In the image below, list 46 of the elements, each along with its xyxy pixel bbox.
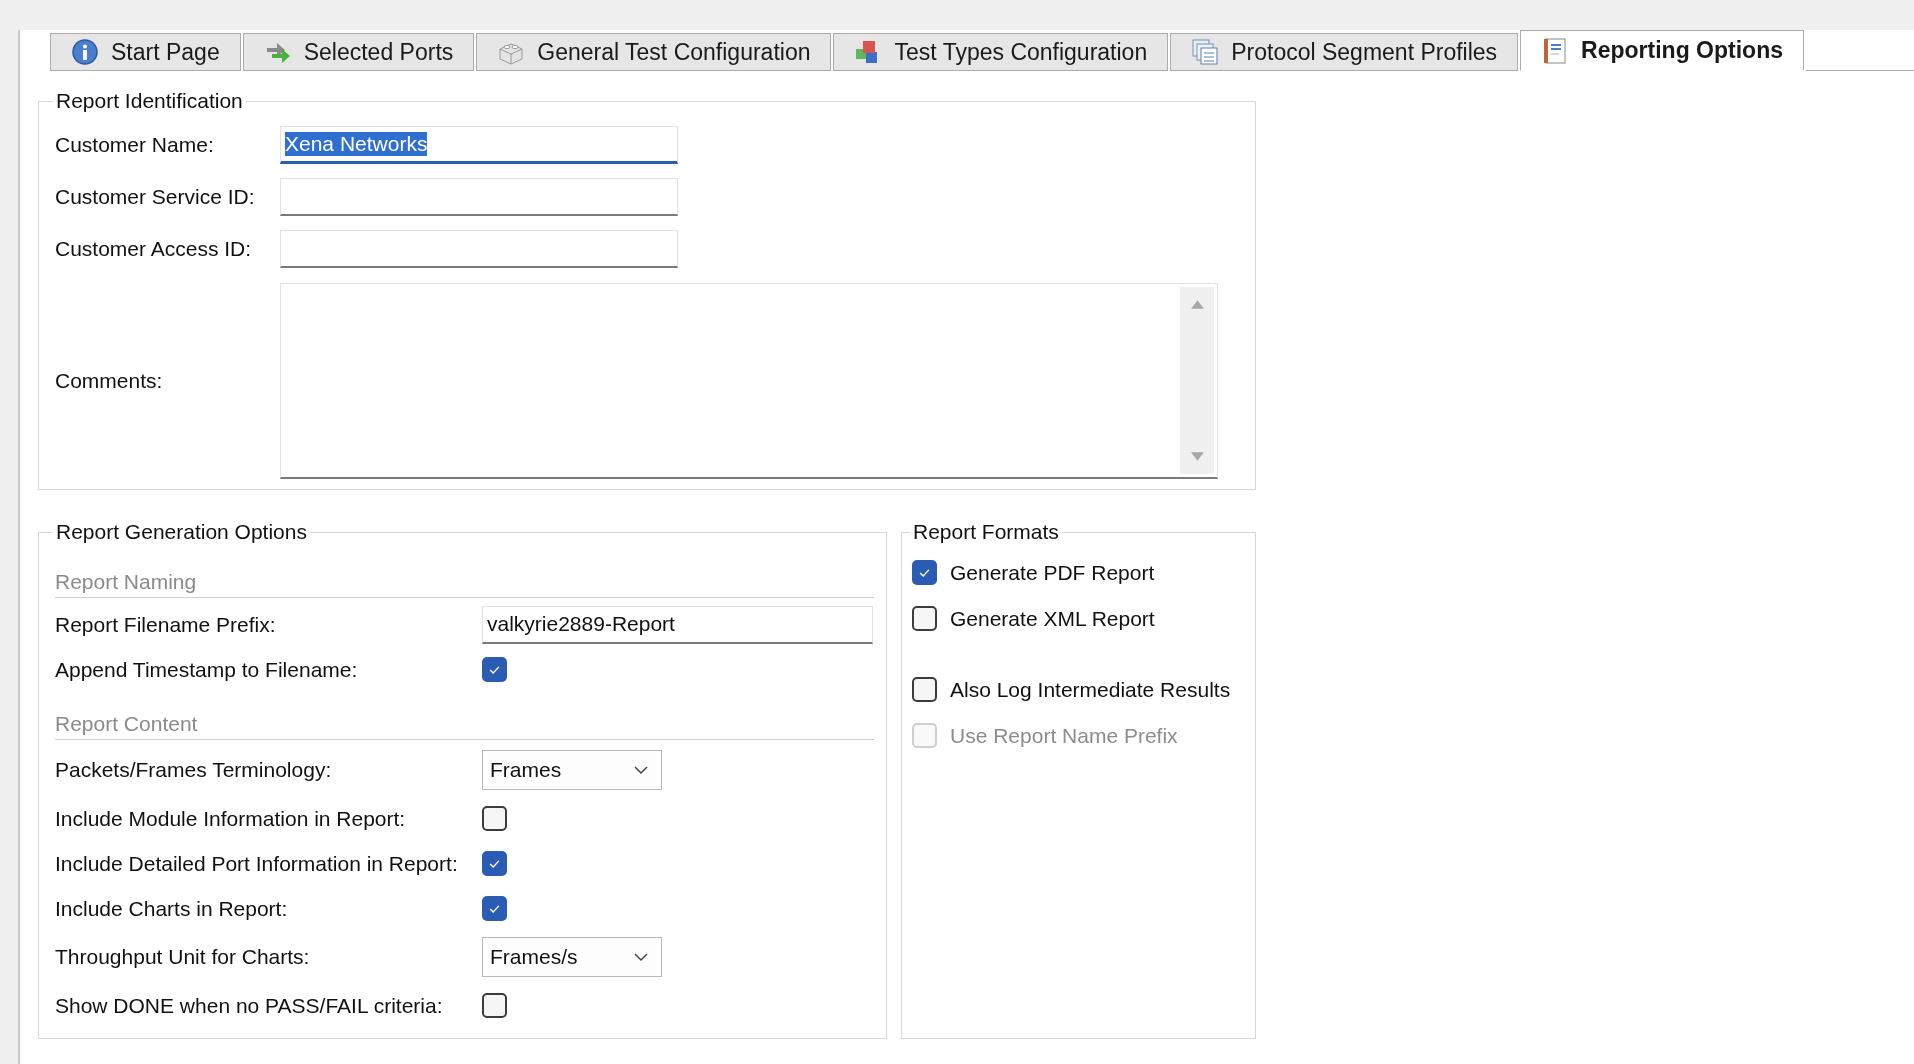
section-heading: Report Content (55, 704, 874, 740)
field-label: Comments: (55, 369, 164, 393)
text-field[interactable] (280, 230, 678, 268)
dropdown[interactable]: Frames/s (482, 937, 662, 977)
windows-icon (1191, 38, 1220, 66)
tab[interactable]: Selected Ports (242, 33, 475, 71)
checkbox[interactable] (482, 851, 507, 876)
option-label: Report Filename Prefix: (55, 612, 277, 637)
option-label: Show DONE when no PASS/FAIL criteria: (55, 993, 444, 1018)
checkbox[interactable] (482, 993, 507, 1018)
section-heading: Report Naming (55, 562, 874, 598)
field-label: Customer Access ID: (55, 237, 253, 261)
checkbox[interactable] (912, 606, 937, 631)
tab[interactable]: Protocol Segment Profiles (1170, 33, 1519, 71)
group-title: Report Formats (912, 520, 1060, 544)
checkbox[interactable] (482, 806, 507, 831)
tab[interactable]: Reporting Options (1520, 30, 1804, 71)
info-icon (71, 38, 99, 66)
checkbox-label: Use Report Name Prefix (950, 723, 1178, 748)
option-label: Append Timestamp to Filename: (55, 657, 359, 682)
field-label: Customer Name: (55, 133, 215, 157)
option-label: Packets/Frames Terminology: (55, 758, 333, 782)
checkbox-label: Also Log Intermediate Results (950, 677, 1231, 702)
option-label: Include Module Information in Report: (55, 806, 407, 831)
checkbox-label: Generate PDF Report (950, 560, 1155, 585)
comments-field[interactable] (280, 283, 1218, 479)
option-label: Throughput Unit for Charts: (55, 945, 311, 969)
group-title: Report Generation Options (55, 520, 308, 544)
option-label: Include Charts in Report: (55, 896, 289, 921)
text-field[interactable]: valkyrie2889-Report (482, 605, 873, 644)
text-field[interactable]: Xena Networks (280, 126, 678, 164)
tab[interactable]: Test Types Configuration (833, 33, 1169, 71)
checkbox[interactable] (912, 560, 937, 585)
checkbox[interactable] (482, 657, 507, 682)
checkbox[interactable] (912, 677, 937, 702)
chevron-down-icon (633, 952, 649, 962)
option-label: Include Detailed Port Information in Report: (55, 851, 459, 876)
checkbox-label: Generate XML Report (950, 606, 1155, 631)
tab[interactable]: General Test Configuration (476, 33, 832, 71)
dropdown[interactable]: Frames (482, 750, 662, 790)
chevron-down-icon (633, 765, 649, 775)
group-title: Report Identification (55, 89, 244, 113)
field-label: Customer Service ID: (55, 185, 256, 209)
text-field[interactable] (280, 178, 678, 216)
tab[interactable]: Start Page (50, 33, 241, 71)
checkbox[interactable] (482, 896, 507, 921)
